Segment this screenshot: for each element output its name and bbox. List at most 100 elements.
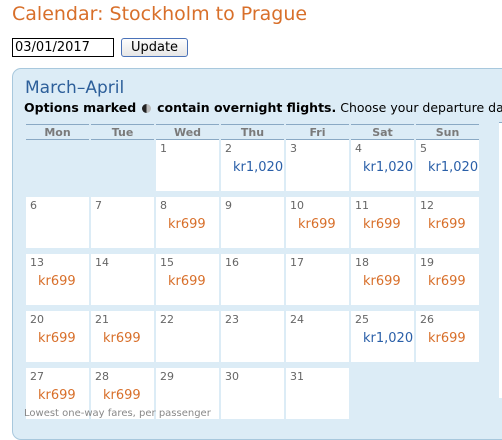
calendar-day-cell[interactable]: 21 kr699: [91, 311, 154, 364]
calendar-day-cell[interactable]: 25 kr1,020: [351, 311, 414, 364]
calendar-day-cell[interactable]: 8 kr699: [156, 197, 219, 250]
update-button[interactable]: Update: [121, 38, 188, 57]
fare-price-link[interactable]: kr699: [103, 331, 141, 346]
day-number: 10: [290, 199, 304, 212]
calendar-grid: Mon Tue Wed Thu Fri Sat Sun 1 2 kr1,020 3 4 kr1,020…: [24, 124, 481, 421]
day-number: 29: [160, 370, 174, 383]
page-title: Calendar: Stockholm to Prague: [12, 3, 308, 25]
calendar-day-cell[interactable]: 6: [26, 197, 89, 250]
day-number: 19: [420, 256, 434, 269]
calendar-day-cell[interactable]: 13 kr699: [26, 254, 89, 307]
calendar-day-cell[interactable]: 7: [91, 197, 154, 250]
calendar-day-cell[interactable]: 16: [221, 254, 284, 307]
calendar-empty-cell: [416, 368, 479, 421]
calendar-week-row: 6 7 8 kr699 9 10 kr699 11 kr699 12 kr699: [26, 197, 479, 250]
fare-price-link[interactable]: kr699: [38, 388, 76, 403]
calendar-day-cell[interactable]: 1: [156, 140, 219, 193]
calendar-day-cell[interactable]: 10 kr699: [286, 197, 349, 250]
calendar-day-cell[interactable]: 23: [221, 311, 284, 364]
fare-price-link[interactable]: kr699: [363, 274, 401, 289]
day-number: 6: [30, 199, 37, 212]
calendar-week-row: 13 kr699 14 15 kr699 16 17 18 kr699 19 kr699: [26, 254, 479, 307]
calendar-empty-cell: [26, 140, 89, 193]
day-number: 28: [95, 370, 109, 383]
weekday-header: Thu: [221, 124, 284, 140]
calendar-day-cell[interactable]: 3: [286, 140, 349, 193]
day-number: 20: [30, 313, 44, 326]
calendar-day-cell[interactable]: 4 kr1,020: [351, 140, 414, 193]
day-number: 22: [160, 313, 174, 326]
options-note-rest: Choose your departure date.: [336, 100, 502, 115]
moon-icon: [142, 104, 152, 113]
weekday-header: Tue: [91, 124, 154, 140]
calendar-day-cell[interactable]: 26 kr699: [416, 311, 479, 364]
fare-price-link[interactable]: kr699: [168, 274, 206, 289]
calendar-day-cell[interactable]: 30: [221, 368, 284, 421]
day-number: 8: [160, 199, 167, 212]
day-number: 1: [160, 142, 167, 155]
calendar-day-cell[interactable]: 11 kr699: [351, 197, 414, 250]
day-number: 5: [420, 142, 427, 155]
day-number: 15: [160, 256, 174, 269]
day-number: 11: [355, 199, 369, 212]
day-number: 16: [225, 256, 239, 269]
day-number: 23: [225, 313, 239, 326]
fare-price-link[interactable]: kr699: [103, 388, 141, 403]
day-number: 25: [355, 313, 369, 326]
day-number: 12: [420, 199, 434, 212]
day-number: 30: [225, 370, 239, 383]
calendar-day-cell[interactable]: 17: [286, 254, 349, 307]
calendar-empty-cell: [351, 368, 414, 421]
day-number: 24: [290, 313, 304, 326]
calendar-day-cell[interactable]: 14: [91, 254, 154, 307]
fare-price-link[interactable]: kr699: [363, 217, 401, 232]
calendar-week-row: 1 2 kr1,020 3 4 kr1,020 5 kr1,020: [26, 140, 479, 193]
month-title: March–April: [25, 78, 125, 98]
day-number: 18: [355, 256, 369, 269]
fare-price-link[interactable]: kr1,020: [363, 160, 413, 175]
calendar-day-cell[interactable]: 22: [156, 311, 219, 364]
fare-footnote: Lowest one-way fares, per passenger: [24, 408, 211, 419]
calendar-day-cell[interactable]: 19 kr699: [416, 254, 479, 307]
calendar-day-cell[interactable]: 20 kr699: [26, 311, 89, 364]
weekday-header: Wed: [156, 124, 219, 140]
day-number: 2: [225, 142, 232, 155]
fare-price-link[interactable]: kr699: [168, 217, 206, 232]
options-note-bold-2: contain overnight flights.: [157, 100, 337, 115]
fare-price-link[interactable]: kr1,020: [428, 160, 478, 175]
calendar-empty-cell: [91, 140, 154, 193]
fare-price-link[interactable]: kr699: [298, 217, 336, 232]
options-note-bold: Options marked: [24, 100, 137, 115]
weekday-header: Mon: [26, 124, 89, 140]
day-number: 14: [95, 256, 109, 269]
calendar-day-cell[interactable]: 15 kr699: [156, 254, 219, 307]
calendar-week-row: 20 kr699 21 kr699 22 23 24 25 kr1,020 26 kr699: [26, 311, 479, 364]
calendar-day-cell[interactable]: 2 kr1,020: [221, 140, 284, 193]
fare-price-link[interactable]: kr1,020: [363, 331, 413, 346]
calendar-day-cell[interactable]: 12 kr699: [416, 197, 479, 250]
calendar-day-cell[interactable]: 31: [286, 368, 349, 421]
day-number: 26: [420, 313, 434, 326]
weekday-header: Sat: [351, 124, 414, 140]
day-number: 17: [290, 256, 304, 269]
day-number: 9: [225, 199, 232, 212]
fare-price-link[interactable]: kr1,020: [233, 160, 283, 175]
date-input[interactable]: [12, 38, 114, 57]
calendar-day-cell[interactable]: 24: [286, 311, 349, 364]
fare-price-link[interactable]: kr699: [428, 331, 466, 346]
fare-price-link[interactable]: kr699: [428, 217, 466, 232]
fare-price-link[interactable]: kr699: [38, 274, 76, 289]
day-number: 27: [30, 370, 44, 383]
day-number: 31: [290, 370, 304, 383]
day-number: 21: [95, 313, 109, 326]
fare-price-link[interactable]: kr699: [428, 274, 466, 289]
day-number: 7: [95, 199, 102, 212]
calendar-panel: March–April Options marked contain overn…: [12, 68, 502, 440]
calendar-day-cell[interactable]: 5 kr1,020: [416, 140, 479, 193]
day-number: 4: [355, 142, 362, 155]
day-number: 13: [30, 256, 44, 269]
calendar-day-cell[interactable]: 9: [221, 197, 284, 250]
day-number: 3: [290, 142, 297, 155]
fare-price-link[interactable]: kr699: [38, 331, 76, 346]
calendar-day-cell[interactable]: 18 kr699: [351, 254, 414, 307]
